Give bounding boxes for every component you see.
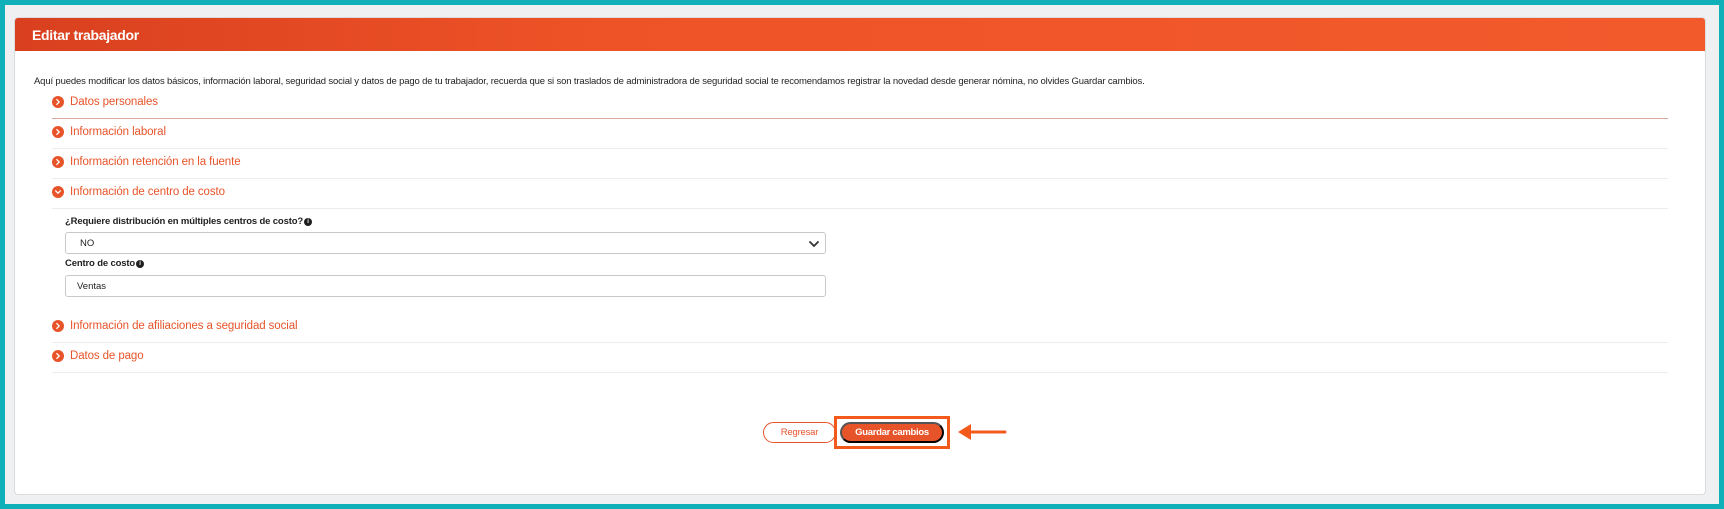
section-informacion-laboral[interactable]: Información laboral <box>52 116 1668 149</box>
section-datos-personales[interactable]: Datos personales <box>52 86 1668 119</box>
section-retencion-fuente[interactable]: Información retención en la fuente <box>52 146 1668 179</box>
chevron-right-icon <box>52 320 64 332</box>
section-centro-de-costo[interactable]: Información de centro de costo <box>52 176 1668 209</box>
distribution-label-text: ¿Requiere distribución en múltiples cent… <box>65 216 304 227</box>
cost-center-field-label: Centro de costo i <box>65 258 145 269</box>
section-label: Información laboral <box>70 126 166 138</box>
section-datos-de-pago[interactable]: Datos de pago <box>52 340 1668 373</box>
info-icon[interactable]: i <box>136 259 145 268</box>
cost-center-input-value: Ventas <box>77 280 107 292</box>
chevron-down-icon <box>52 186 64 198</box>
section-label: Datos de pago <box>70 350 144 362</box>
section-label: Información de afiliaciones a seguridad … <box>70 320 298 332</box>
cost-center-input[interactable]: Ventas <box>65 275 826 297</box>
save-button[interactable]: Guardar cambios <box>840 422 944 443</box>
distribution-select[interactable]: NO <box>65 232 826 254</box>
page-title: Editar trabajador <box>32 26 139 43</box>
chevron-right-icon <box>52 350 64 362</box>
back-button[interactable]: Regresar <box>763 422 836 443</box>
chevron-down-icon <box>809 241 819 248</box>
distribution-select-value: NO <box>80 237 95 249</box>
chevron-right-icon <box>52 126 64 138</box>
info-icon[interactable]: i <box>304 217 313 226</box>
chevron-right-icon <box>52 156 64 168</box>
distribution-field-label: ¿Requiere distribución en múltiples cent… <box>65 216 313 227</box>
cost-center-label-text: Centro de costo <box>65 258 136 269</box>
section-label: Información de centro de costo <box>70 186 225 198</box>
card-header: Editar trabajador <box>15 18 1705 51</box>
section-label: Información retención en la fuente <box>70 156 241 168</box>
chevron-right-icon <box>52 96 64 108</box>
screenshot-frame: Editar trabajador Aquí puedes modificar … <box>5 5 1719 504</box>
arrow-left-icon <box>958 424 1007 440</box>
section-label: Datos personales <box>70 96 158 108</box>
section-afiliaciones-seguridad-social[interactable]: Información de afiliaciones a seguridad … <box>52 310 1668 343</box>
